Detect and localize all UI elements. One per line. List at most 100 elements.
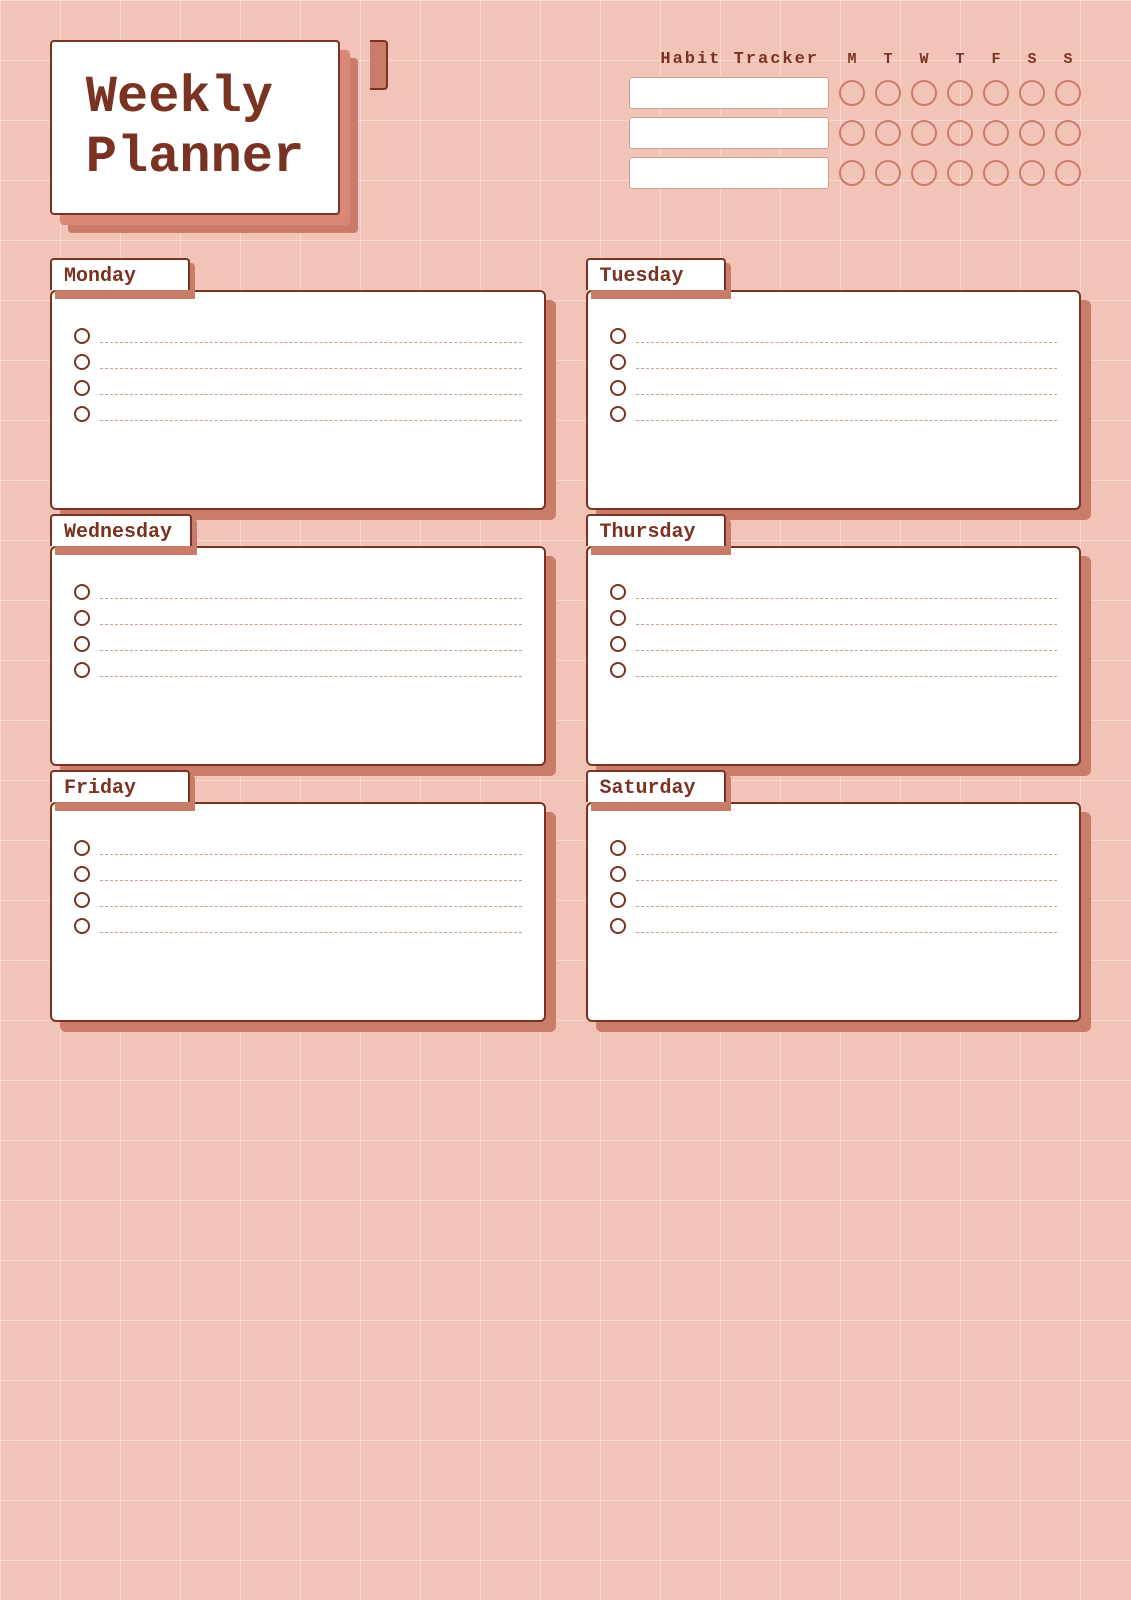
task-checkbox[interactable] — [610, 584, 626, 600]
day-label-f: F — [983, 51, 1009, 68]
day-label-tab-tuesday: Tuesday — [586, 258, 726, 290]
habit-circle[interactable] — [1055, 80, 1081, 106]
day-card-inner-thursday: Thursday — [586, 546, 1082, 766]
task-line-wrapper — [100, 402, 522, 421]
day-card-inner-saturday: Saturday — [586, 802, 1082, 1022]
habit-circle[interactable] — [947, 80, 973, 106]
task-checkbox[interactable] — [610, 380, 626, 396]
tab-main: Wednesday — [50, 514, 192, 546]
habit-circle[interactable] — [947, 160, 973, 186]
habit-row-3 — [629, 157, 1081, 189]
task-checkbox[interactable] — [610, 636, 626, 652]
tab-main: Thursday — [586, 514, 726, 546]
task-row — [610, 396, 1058, 422]
task-list-saturday — [610, 830, 1058, 934]
task-line-wrapper — [100, 914, 522, 933]
habit-circle[interactable] — [983, 160, 1009, 186]
habit-circle[interactable] — [1019, 120, 1045, 146]
habit-input-2[interactable] — [629, 117, 829, 149]
task-line-wrapper — [100, 632, 522, 651]
day-card-inner-tuesday: Tuesday — [586, 290, 1082, 510]
task-checkbox[interactable] — [610, 610, 626, 626]
task-checkbox[interactable] — [74, 662, 90, 678]
task-line-wrapper — [100, 606, 522, 625]
habit-circle[interactable] — [1019, 80, 1045, 106]
task-checkbox[interactable] — [610, 328, 626, 344]
task-line-wrapper — [636, 862, 1058, 881]
task-checkbox[interactable] — [74, 866, 90, 882]
habit-circle[interactable] — [983, 80, 1009, 106]
day-label-tab-saturday: Saturday — [586, 770, 726, 802]
habit-circle[interactable] — [1055, 160, 1081, 186]
day-label-tab-monday: Monday — [50, 258, 190, 290]
day-card-saturday: Saturday — [586, 802, 1082, 1022]
habit-circle[interactable] — [1019, 160, 1045, 186]
habit-input-1[interactable] — [629, 77, 829, 109]
task-row — [610, 626, 1058, 652]
habit-circle[interactable] — [875, 160, 901, 186]
habit-circle[interactable] — [911, 80, 937, 106]
day-label-s1: S — [1019, 51, 1045, 68]
habit-circle[interactable] — [839, 120, 865, 146]
habit-circles-2 — [839, 120, 1081, 146]
day-card-inner-monday: Monday — [50, 290, 546, 510]
task-line-wrapper — [100, 376, 522, 395]
task-checkbox[interactable] — [74, 584, 90, 600]
task-row — [74, 344, 522, 370]
habit-circle[interactable] — [911, 120, 937, 146]
day-label-w: W — [911, 51, 937, 68]
habit-circle[interactable] — [839, 80, 865, 106]
tab-main: Tuesday — [586, 258, 726, 290]
task-checkbox[interactable] — [610, 840, 626, 856]
habit-circle[interactable] — [911, 160, 937, 186]
task-dashed-line — [636, 624, 1058, 625]
tab-main: Friday — [50, 770, 190, 802]
habit-input-3[interactable] — [629, 157, 829, 189]
day-label-t2: T — [947, 51, 973, 68]
tab-main: Saturday — [586, 770, 726, 802]
task-checkbox[interactable] — [74, 636, 90, 652]
task-line-wrapper — [636, 632, 1058, 651]
task-list-monday — [74, 318, 522, 422]
task-checkbox[interactable] — [610, 892, 626, 908]
task-checkbox[interactable] — [610, 866, 626, 882]
task-checkbox[interactable] — [74, 610, 90, 626]
task-dashed-line — [100, 394, 522, 395]
task-checkbox[interactable] — [610, 406, 626, 422]
title-block: Weekly Planner — [50, 40, 370, 250]
task-line-wrapper — [100, 888, 522, 907]
day-label-tab-friday: Friday — [50, 770, 190, 802]
task-checkbox[interactable] — [610, 662, 626, 678]
day-card-monday: Monday — [50, 290, 546, 510]
habit-circle[interactable] — [875, 120, 901, 146]
task-row — [610, 344, 1058, 370]
habit-circle[interactable] — [983, 120, 1009, 146]
task-line-wrapper — [636, 606, 1058, 625]
habit-circle[interactable] — [875, 80, 901, 106]
task-checkbox[interactable] — [74, 892, 90, 908]
task-checkbox[interactable] — [610, 354, 626, 370]
task-dashed-line — [636, 598, 1058, 599]
task-dashed-line — [636, 676, 1058, 677]
task-row — [74, 908, 522, 934]
task-checkbox[interactable] — [74, 328, 90, 344]
task-checkbox[interactable] — [74, 840, 90, 856]
habit-circle[interactable] — [839, 160, 865, 186]
task-checkbox[interactable] — [74, 354, 90, 370]
task-checkbox[interactable] — [74, 380, 90, 396]
task-checkbox[interactable] — [74, 406, 90, 422]
page-title: Weekly Planner — [66, 58, 324, 198]
habit-circle[interactable] — [1055, 120, 1081, 146]
task-dashed-line — [636, 880, 1058, 881]
task-line-wrapper — [636, 324, 1058, 343]
task-checkbox[interactable] — [74, 918, 90, 934]
task-dashed-line — [636, 854, 1058, 855]
task-dashed-line — [636, 394, 1058, 395]
task-row — [74, 856, 522, 882]
habit-row-1 — [629, 77, 1081, 109]
task-row — [74, 318, 522, 344]
task-checkbox[interactable] — [610, 918, 626, 934]
habit-circle[interactable] — [947, 120, 973, 146]
title-tab — [370, 40, 388, 90]
task-line-wrapper — [100, 350, 522, 369]
